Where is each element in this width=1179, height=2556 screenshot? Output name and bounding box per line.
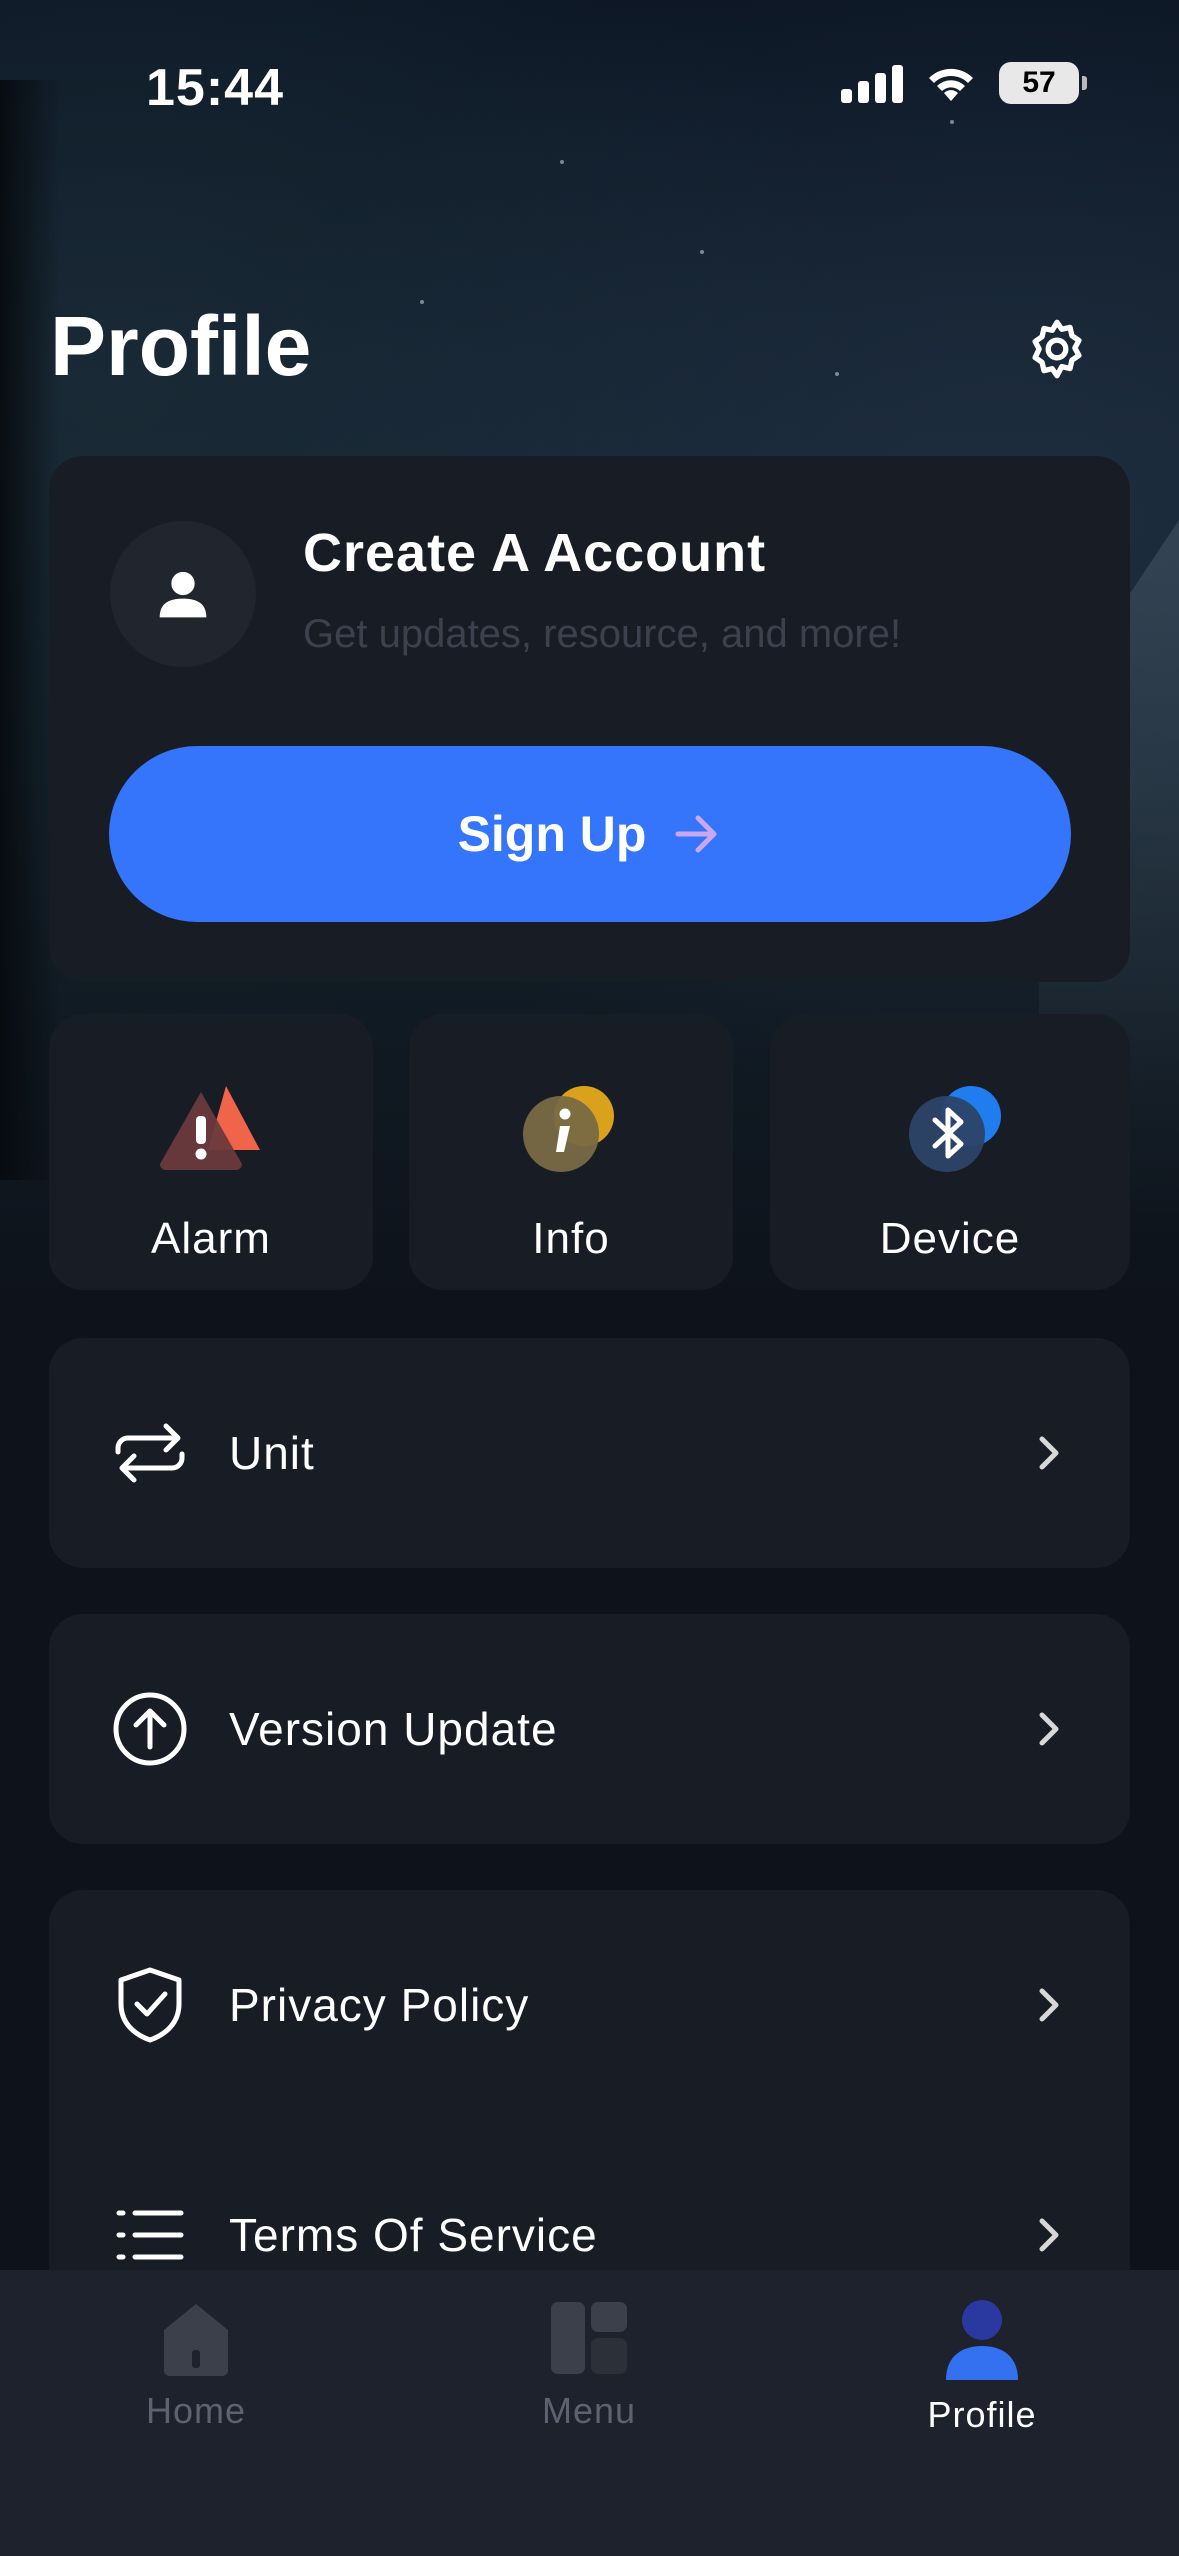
info-label: Info <box>532 1214 610 1263</box>
menu-item-privacy-policy[interactable]: Privacy Policy <box>49 1890 1130 2120</box>
chevron-right-icon <box>1034 1985 1064 2025</box>
chevron-right-icon <box>1034 2215 1064 2255</box>
device-label: Device <box>879 1214 1021 1263</box>
menu-item-label: Unit <box>229 1427 315 1479</box>
menu-item-label: Version Update <box>229 1703 558 1755</box>
arrow-up-circle-icon <box>111 1690 189 1768</box>
arrow-right-icon <box>675 815 717 853</box>
menu-item-version-update[interactable]: Version Update <box>49 1614 1130 1844</box>
menu-item-label: Terms Of Service <box>229 2209 598 2261</box>
account-subtitle: Get updates, resource, and more! <box>303 612 902 656</box>
tab-menu[interactable]: Menu <box>469 2300 709 2432</box>
home-icon <box>164 2304 228 2376</box>
swap-arrows-icon <box>111 1414 189 1492</box>
sign-up-button[interactable]: Sign Up <box>109 746 1071 922</box>
status-icons: 57 <box>841 62 1087 104</box>
chevron-right-icon <box>1034 1433 1064 1473</box>
info-icon <box>516 1078 626 1178</box>
info-tile[interactable]: Info <box>409 1014 733 1290</box>
settings-button[interactable] <box>1020 312 1094 386</box>
shield-check-icon <box>111 1966 189 2044</box>
user-icon <box>159 571 207 618</box>
tab-label: Profile <box>927 2394 1037 2435</box>
alarm-tile[interactable]: Alarm <box>49 1014 373 1290</box>
page-title: Profile <box>50 299 312 393</box>
avatar <box>110 521 256 667</box>
status-time: 15:44 <box>146 59 284 117</box>
wifi-icon <box>929 68 973 101</box>
bluetooth-icon <box>895 1078 1005 1178</box>
list-icon <box>111 2196 189 2274</box>
tab-label: Home <box>145 2390 247 2431</box>
menu-item-unit[interactable]: Unit <box>49 1338 1130 1568</box>
alarm-warning-icon <box>156 1078 266 1178</box>
tab-home[interactable]: Home <box>76 2300 316 2432</box>
sign-up-label: Sign Up <box>457 806 647 862</box>
gear-icon <box>1032 319 1082 379</box>
grid-icon <box>551 2302 627 2374</box>
alarm-label: Alarm <box>151 1214 271 1263</box>
device-tile[interactable]: Device <box>770 1014 1130 1290</box>
tab-profile[interactable]: Profile <box>862 2300 1102 2436</box>
tab-label: Menu <box>541 2390 637 2431</box>
account-card: Create A Account Get updates, resource, … <box>49 456 1130 982</box>
signal-icon <box>841 63 903 103</box>
tab-bar: Home Menu Profile <box>0 2270 1179 2556</box>
menu-item-label: Privacy Policy <box>229 1979 530 2031</box>
chevron-right-icon <box>1034 1709 1064 1749</box>
person-icon <box>946 2300 1018 2380</box>
account-title: Create A Account <box>303 523 767 583</box>
battery-indicator: 57 <box>999 62 1087 104</box>
